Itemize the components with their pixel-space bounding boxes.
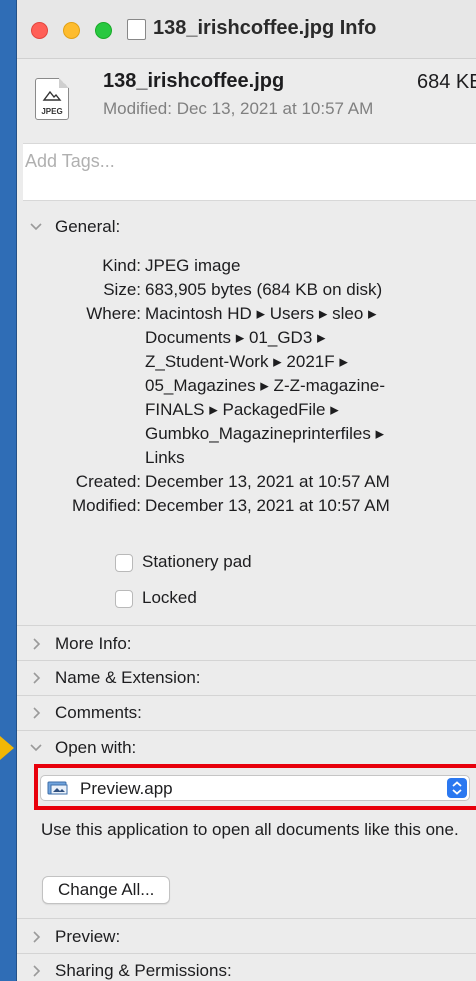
- where-value: Gumbko_Magazineprinterfiles ▸: [145, 424, 385, 443]
- stationery-pad-checkbox[interactable]: [115, 554, 133, 572]
- modified-key: Modified:: [72, 496, 141, 515]
- modified-date: Modified: Dec 13, 2021 at 10:57 AM: [103, 99, 374, 118]
- window-title: 138_irishcoffee.jpg Info: [153, 17, 377, 39]
- kind-value: JPEG image: [145, 256, 241, 275]
- chevron-right-icon: [33, 707, 41, 719]
- chevron-right-icon: [33, 931, 41, 943]
- divider: [17, 660, 476, 661]
- change-all-button[interactable]: Change All...: [42, 876, 171, 904]
- locked-checkbox[interactable]: [115, 590, 133, 608]
- divider: [17, 918, 476, 919]
- section-label: General:: [55, 217, 121, 236]
- dropdown-stepper-icon: [447, 778, 467, 798]
- close-button[interactable]: [31, 22, 48, 39]
- where-value: Macintosh HD ▸ Users ▸ sleo ▸: [145, 304, 377, 323]
- chevron-right-icon: [33, 638, 41, 650]
- annotation-pointer: [0, 736, 14, 760]
- created-key: Created:: [75, 472, 141, 491]
- chevron-down-icon: [30, 744, 42, 752]
- section-label: Sharing & Permissions:: [55, 961, 232, 980]
- divider: [17, 695, 476, 696]
- divider: [17, 625, 476, 626]
- open-with-app-select[interactable]: Preview.app: [40, 775, 470, 801]
- modified-value: December 13, 2021 at 10:57 AM: [145, 496, 390, 515]
- divider: [17, 953, 476, 954]
- image-glyph-icon: [42, 90, 62, 101]
- file-size: 684 KB: [417, 71, 476, 93]
- chevron-right-icon: [33, 965, 41, 977]
- section-name-extension[interactable]: Name & Extension:: [17, 665, 476, 695]
- chevron-right-icon: [33, 672, 41, 684]
- minimize-button[interactable]: [63, 22, 80, 39]
- where-value: Documents ▸ 01_GD3 ▸: [145, 328, 326, 347]
- where-value: Links: [145, 448, 185, 467]
- section-comments[interactable]: Comments:: [17, 700, 476, 730]
- stationery-pad-label: Stationery pad: [142, 552, 252, 571]
- section-open-with[interactable]: Open with:: [17, 735, 476, 765]
- where-value: Z_Student-Work ▸ 2021F ▸: [145, 352, 348, 371]
- divider: [17, 730, 476, 731]
- file-extension-label: JPEG: [41, 107, 63, 116]
- zoom-button[interactable]: [95, 22, 112, 39]
- tags-input[interactable]: [23, 150, 467, 173]
- section-label: Preview:: [55, 927, 121, 946]
- where-key: Where:: [86, 304, 141, 323]
- size-key: Size:: [103, 280, 141, 299]
- jpeg-file-icon: [127, 19, 146, 40]
- chevron-down-icon: [30, 223, 42, 231]
- jpeg-file-icon: JPEG: [35, 78, 69, 120]
- section-label: Open with:: [55, 738, 137, 757]
- section-more-info[interactable]: More Info:: [17, 631, 476, 661]
- where-value: FINALS ▸ PackagedFile ▸: [145, 400, 339, 419]
- info-window: 138_irishcoffee.jpg Info JPEG 138_irishc…: [17, 0, 476, 981]
- section-sharing-permissions[interactable]: Sharing & Permissions:: [17, 958, 476, 981]
- where-value: 05_Magazines ▸ Z-Z-magazine-: [145, 376, 386, 395]
- title-bar: 138_irishcoffee.jpg Info: [17, 0, 476, 59]
- section-preview[interactable]: Preview:: [17, 924, 476, 954]
- selected-app-label: Preview.app: [80, 779, 173, 798]
- tags-field[interactable]: [23, 143, 476, 201]
- file-name: 138_irishcoffee.jpg: [103, 70, 285, 92]
- section-label: Comments:: [55, 703, 142, 722]
- kind-key: Kind:: [102, 256, 141, 275]
- preview-app-icon: [47, 781, 68, 795]
- locked-label: Locked: [142, 588, 197, 607]
- size-value: 683,905 bytes (684 KB on disk): [145, 280, 383, 299]
- file-header: JPEG 138_irishcoffee.jpg 684 KB Modified…: [17, 58, 476, 140]
- section-general[interactable]: General:: [17, 214, 476, 244]
- open-with-description: Use this application to open all documen…: [41, 820, 459, 839]
- created-value: December 13, 2021 at 10:57 AM: [145, 472, 390, 491]
- section-label: Name & Extension:: [55, 668, 201, 687]
- section-label: More Info:: [55, 634, 132, 653]
